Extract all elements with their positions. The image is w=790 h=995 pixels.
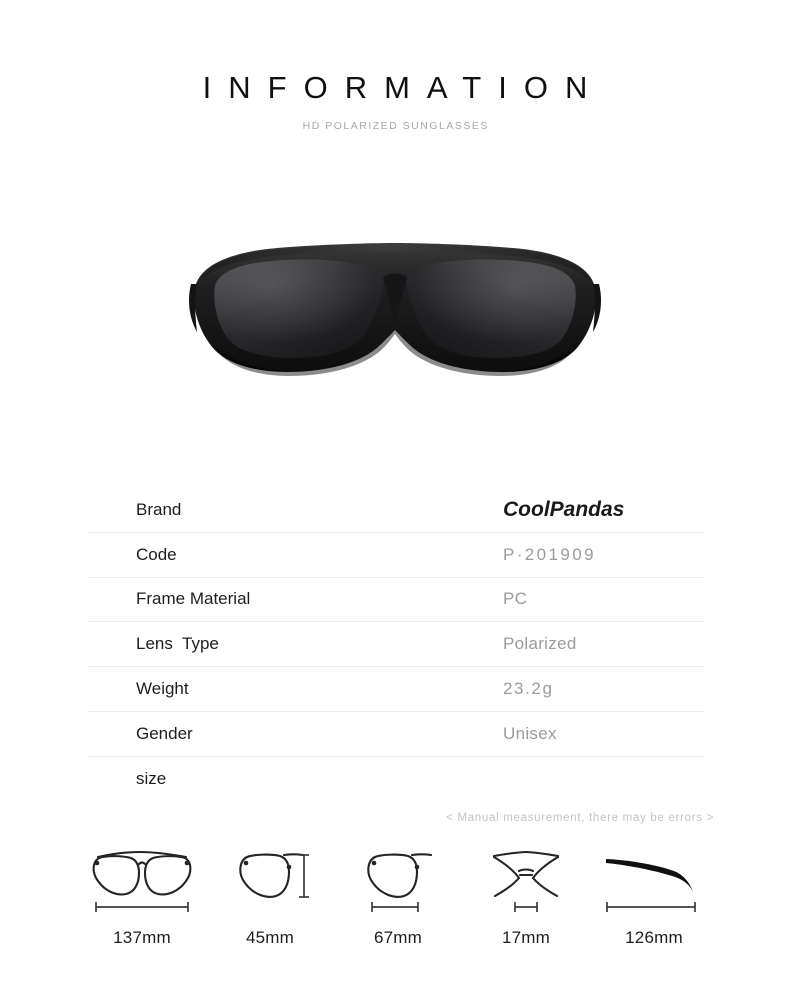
spec-label: Frame Material — [136, 589, 251, 609]
measurement-item: 126mm — [590, 845, 718, 948]
spec-value-weight: 23.2g — [503, 679, 554, 699]
page-subtitle: HD POLARIZED SUNGLASSES — [302, 120, 489, 132]
measurement-item: 67mm — [334, 845, 462, 948]
page-title: INFORMATION — [202, 70, 605, 105]
measurement-value: 126mm — [625, 928, 683, 947]
measurement-item: 137mm — [78, 845, 206, 948]
spec-value-brand: CoolPandas — [503, 497, 625, 521]
spec-value-code: P·201909 — [503, 544, 596, 564]
table-row: Weight 23.2g — [88, 667, 705, 712]
measurement-value: 137mm — [113, 928, 171, 947]
table-row: Frame Material PC — [88, 578, 705, 623]
spec-value-frame-material: PC — [503, 589, 528, 609]
spec-label: Weight — [136, 679, 189, 699]
table-row: size — [88, 757, 705, 801]
lens-width-icon — [334, 845, 462, 920]
table-row: Code P·201909 — [88, 533, 705, 578]
measurement-disclaimer: < Manual measurement, there may be error… — [446, 812, 714, 824]
spec-label: Gender — [136, 723, 193, 743]
full-frame-front-icon — [78, 845, 206, 920]
spec-label: Brand — [136, 499, 182, 519]
measurement-item: 17mm — [462, 845, 590, 948]
spec-value-gender: Unisex — [503, 723, 557, 743]
spec-label: Code — [136, 544, 177, 564]
nose-bridge-icon — [462, 845, 590, 920]
measurement-item: 45mm — [206, 845, 334, 948]
table-row: Gender Unisex — [88, 712, 705, 757]
spec-value-lens-type: Polarized — [503, 634, 577, 654]
product-image — [185, 226, 605, 401]
specification-table: Brand CoolPandas Code P·201909 Frame Mat… — [88, 488, 705, 801]
measurement-value: 45mm — [245, 928, 295, 947]
measurement-value: 67mm — [373, 928, 423, 947]
lens-height-icon — [206, 845, 334, 920]
table-row: Brand CoolPandas — [88, 488, 705, 533]
temple-arm-icon — [590, 845, 718, 920]
table-row: Lens Type Polarized — [88, 622, 705, 668]
measurement-value: 17mm — [501, 928, 551, 947]
spec-label: Lens Type — [136, 634, 219, 654]
page-header: INFORMATION HD POLARIZED SUNGLASSES — [0, 72, 790, 132]
measurement-diagrams: 137mm 45mm 67mm 17mm 126mm — [78, 845, 718, 948]
spec-label: size — [136, 768, 167, 788]
